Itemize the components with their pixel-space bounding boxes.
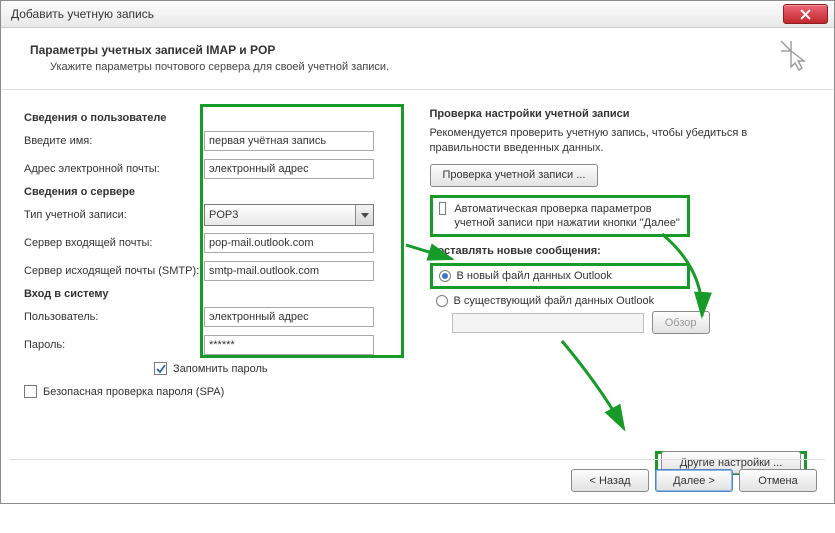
acct-type-label: Тип учетной записи: (24, 209, 204, 221)
deliver-new-radio[interactable] (439, 270, 451, 282)
left-column: Сведения о пользователе Введите имя: Адр… (24, 108, 406, 402)
close-button[interactable] (783, 4, 828, 24)
deliver-new-label: В новый файл данных Outlook (457, 270, 612, 282)
user-input[interactable] (204, 307, 374, 327)
outgoing-label: Сервер исходящей почты (SMTP): (24, 265, 204, 277)
auto-test-block: Автоматическая проверка параметров учетн… (430, 195, 690, 238)
user-label: Пользователь: (24, 311, 204, 323)
incoming-label: Сервер входящей почты: (24, 237, 204, 249)
dialog-footer: < Назад Далее > Отмена (571, 469, 817, 492)
footer-separator (10, 459, 825, 460)
cursor-icon (777, 37, 807, 71)
existing-path-input (452, 313, 644, 333)
deliver-existing-label: В существующий файл данных Outlook (454, 295, 655, 307)
test-section-heading: Проверка настройки учетной записи (430, 108, 812, 120)
browse-button: Обзор (652, 311, 710, 334)
dialog-content: Параметры учетных записей IMAP и POP Ука… (2, 29, 833, 502)
pass-label: Пароль: (24, 339, 204, 351)
spa-label: Безопасная проверка пароля (SPA) (43, 386, 224, 398)
cancel-button[interactable]: Отмена (739, 469, 817, 492)
deliver-section-heading: Доставлять новые сообщения: (430, 245, 812, 257)
email-label: Адрес электронной почты: (24, 163, 204, 175)
dialog-header: Параметры учетных записей IMAP и POP Ука… (2, 29, 833, 90)
right-column: Проверка настройки учетной записи Рекоме… (430, 108, 812, 402)
spa-checkbox[interactable]: Безопасная проверка пароля (SPA) (24, 385, 406, 398)
server-section-heading: Сведения о сервере (24, 186, 406, 198)
header-subtitle: Укажите параметры почтового сервера для … (50, 61, 805, 73)
name-input[interactable] (204, 131, 374, 151)
next-button[interactable]: Далее > (655, 469, 733, 492)
test-account-button[interactable]: Проверка учетной записи ... (430, 164, 599, 187)
remember-label: Запомнить пароль (173, 363, 268, 375)
outgoing-input[interactable] (204, 261, 374, 281)
dialog-window: Добавить учетную запись Параметры учетны… (0, 0, 835, 504)
deliver-new-block: В новый файл данных Outlook (430, 263, 690, 289)
name-label: Введите имя: (24, 135, 204, 147)
checkbox-icon (24, 385, 37, 398)
test-description: Рекомендуется проверить учетную запись, … (430, 126, 812, 156)
auto-test-checkbox[interactable] (439, 202, 447, 215)
email-input[interactable] (204, 159, 374, 179)
incoming-input[interactable] (204, 233, 374, 253)
user-section-heading: Сведения о пользователе (24, 112, 406, 124)
window-title: Добавить учетную запись (7, 7, 783, 21)
chevron-down-icon (355, 205, 373, 225)
pass-input[interactable] (204, 335, 374, 355)
close-icon (800, 9, 811, 20)
dialog-body: Сведения о пользователе Введите имя: Адр… (2, 90, 833, 410)
login-section-heading: Вход в систему (24, 288, 406, 300)
deliver-existing-block[interactable]: В существующий файл данных Outlook (436, 295, 812, 307)
acct-type-select[interactable]: POP3 (204, 204, 374, 226)
deliver-existing-radio[interactable] (436, 295, 448, 307)
auto-test-label: Автоматическая проверка параметров учетн… (454, 202, 680, 231)
remember-password-checkbox[interactable]: Запомнить пароль (154, 362, 406, 375)
acct-type-value: POP3 (209, 209, 238, 221)
titlebar: Добавить учетную запись (1, 1, 834, 28)
header-title: Параметры учетных записей IMAP и POP (30, 43, 805, 57)
checkbox-icon (154, 362, 167, 375)
back-button[interactable]: < Назад (571, 469, 649, 492)
